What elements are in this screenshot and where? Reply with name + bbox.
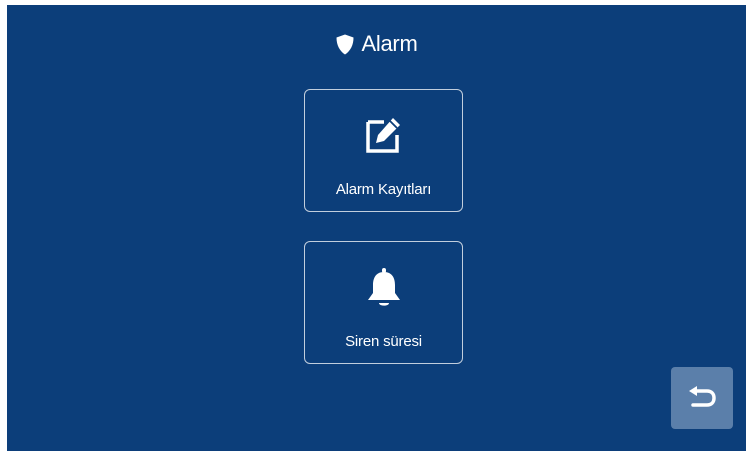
alarm-records-button[interactable]: Alarm Kayıtları xyxy=(304,89,463,212)
alarm-screen: Alarm Alarm Kayıtları Siren süresi xyxy=(7,5,746,451)
siren-duration-label: Siren süresi xyxy=(345,333,422,350)
page-title: Alarm xyxy=(7,31,746,57)
back-button[interactable] xyxy=(671,367,733,429)
return-arrow-icon xyxy=(687,386,717,410)
siren-duration-button[interactable]: Siren süresi xyxy=(304,241,463,364)
edit-icon xyxy=(305,115,462,155)
alarm-records-label: Alarm Kayıtları xyxy=(335,181,432,198)
shield-icon xyxy=(336,34,354,55)
bell-icon xyxy=(305,267,462,309)
page-title-text: Alarm xyxy=(361,31,418,56)
